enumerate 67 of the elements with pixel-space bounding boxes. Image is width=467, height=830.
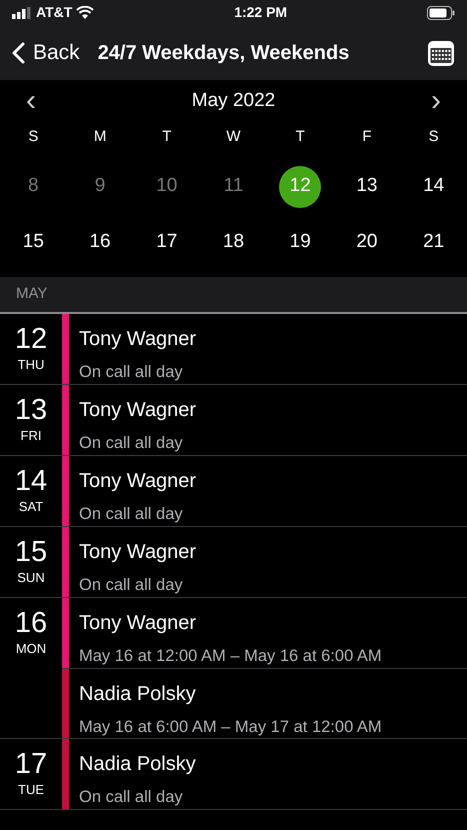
agenda-weekday: SUN (17, 569, 45, 588)
weekday-label: S (428, 127, 440, 147)
shift-time: On call all day (79, 574, 184, 596)
status-time: 1:22 PM (234, 3, 288, 22)
shift-time: May 16 at 6:00 AM – May 17 at 12:00 AM (79, 716, 382, 738)
wifi-icon (76, 6, 94, 19)
agenda-weekday: MON (16, 640, 46, 658)
weekday-label: T (294, 127, 306, 147)
calendar-icon (427, 38, 455, 66)
back-button[interactable]: Back (12, 36, 80, 68)
signal-icon (12, 6, 32, 18)
person-name: Nadia Polsky (79, 682, 197, 706)
calendar-day[interactable]: 9 (79, 166, 122, 208)
agenda-weekday: FRI (20, 427, 42, 446)
shift-time: On call all day (79, 786, 184, 808)
weekday-label: F (361, 127, 372, 147)
weekday-label: S (27, 127, 40, 147)
agenda-date: 14 (14, 466, 48, 498)
shift-entry[interactable]: Tony Wagner On call all day (62, 526, 467, 596)
next-month-button[interactable]: › (424, 86, 447, 116)
weekday-label: W (225, 127, 242, 147)
agenda-weekday: SAT (18, 498, 44, 516)
screen-title: 24/7 Weekdays, Weekends (98, 40, 350, 66)
agenda-weekday: TUE (18, 781, 44, 800)
agenda-date: 15 (14, 536, 48, 568)
weekday-label: M (92, 127, 108, 147)
calendar-day[interactable]: 21 (412, 222, 455, 264)
agenda-date: 12 (14, 324, 48, 356)
calendar-day[interactable]: 13 (346, 166, 388, 208)
calendar-day[interactable]: 20 (346, 222, 388, 264)
agenda-date: 16 (14, 608, 48, 640)
calendar-day[interactable]: 16 (79, 222, 122, 264)
calendar-button[interactable] (427, 38, 455, 66)
shift-time: On call all day (79, 432, 184, 454)
agenda-weekday: THU (18, 356, 44, 374)
calendar-day[interactable]: 11 (212, 166, 254, 208)
calendar-day[interactable]: 19 (279, 222, 322, 264)
shift-time: On call all day (79, 362, 184, 382)
calendar-day[interactable]: 18 (212, 222, 254, 264)
shift-entry[interactable]: Nadia Polsky On call all day (62, 738, 467, 808)
shift-entry[interactable]: Tony Wagner On call all day (62, 314, 467, 384)
person-name: Tony Wagner (79, 610, 198, 636)
shift-entry[interactable]: Tony Wagner May 16 at 12:00 AM – May 16 at 6:00 AM (62, 598, 467, 668)
weekday-label: T (161, 127, 172, 147)
section-header: MAY (0, 276, 467, 314)
calendar-day[interactable]: 17 (146, 222, 188, 264)
shift-entry[interactable]: Tony Wagner On call all day (62, 456, 467, 526)
person-name: Tony Wagner (79, 468, 196, 494)
agenda-date: 17 (14, 748, 48, 780)
calendar-day[interactable]: 14 (412, 166, 455, 208)
shift-entry[interactable]: Tony Wagner On call all day (62, 384, 467, 454)
shift-time: On call all day (79, 504, 184, 524)
carrier-name: AT&T (36, 3, 72, 22)
chevron-left-icon (12, 42, 25, 64)
month-title: May 2022 (192, 88, 276, 113)
battery-icon (427, 6, 455, 20)
person-name: Tony Wagner (79, 398, 196, 422)
calendar-day[interactable]: 15 (12, 222, 54, 264)
shift-entry[interactable]: Nadia Polsky May 16 at 6:00 AM – May 17 at 12:00 AM (62, 668, 467, 738)
previous-month-button[interactable]: ‹ (20, 86, 42, 116)
calendar-day[interactable]: 10 (146, 166, 188, 208)
agenda-date: 13 (14, 394, 48, 426)
person-name: Tony Wagner (79, 326, 196, 352)
person-name: Nadia Polsky (79, 752, 196, 776)
shift-time: May 16 at 12:00 AM – May 16 at 6:00 AM (79, 646, 382, 666)
person-name: Tony Wagner (79, 540, 196, 564)
calendar-day[interactable]: 8 (12, 166, 54, 208)
